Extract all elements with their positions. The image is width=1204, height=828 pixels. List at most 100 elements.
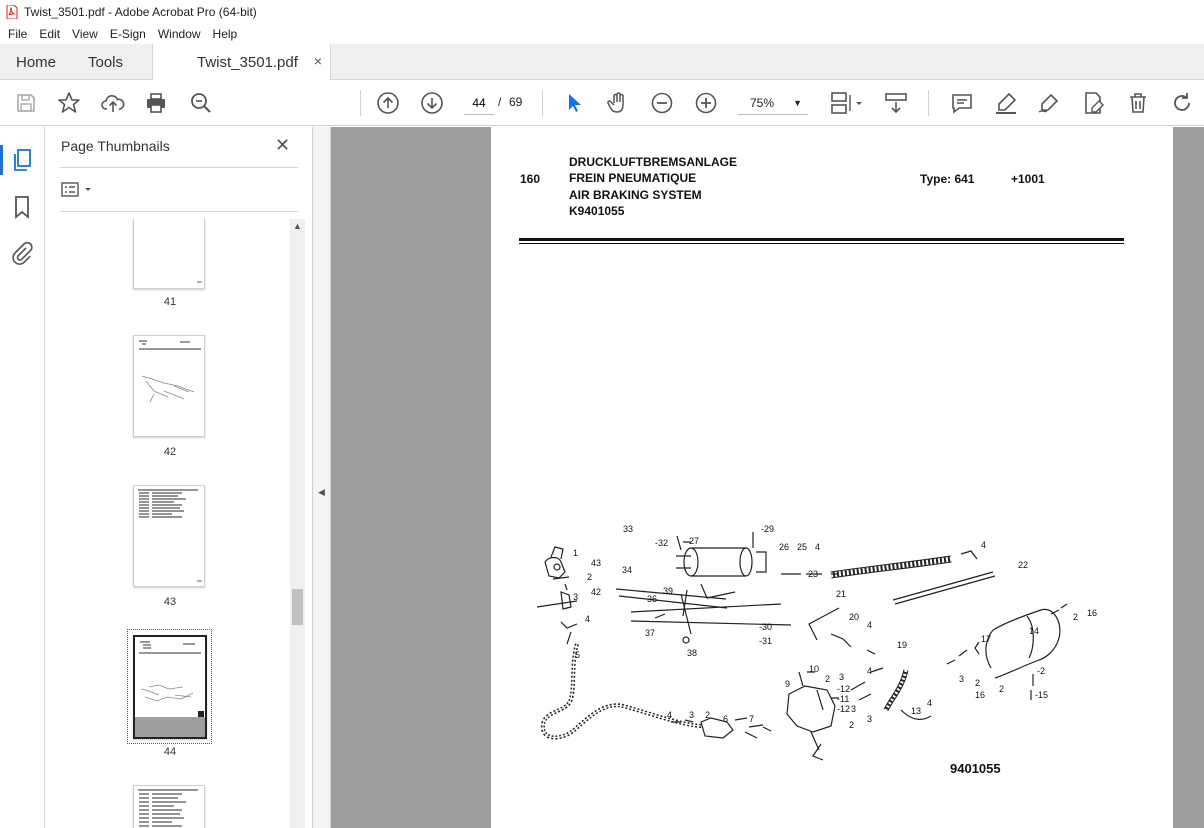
svg-text:42: 42 <box>591 587 601 597</box>
svg-text:9: 9 <box>785 679 790 689</box>
menu-edit[interactable]: Edit <box>33 27 66 41</box>
svg-text:21: 21 <box>836 589 846 599</box>
document-code: K9401055 <box>569 204 625 218</box>
header-rule <box>519 238 1124 241</box>
bookmarks-icon[interactable] <box>13 195 31 222</box>
bookmark-star-icon[interactable] <box>57 91 81 115</box>
comment-icon[interactable] <box>950 91 974 115</box>
page-thumbnails-icon[interactable] <box>12 148 34 175</box>
thumbnail-options-icon[interactable] <box>61 181 97 202</box>
sign-pen-icon[interactable] <box>1037 91 1061 115</box>
scrollbar-thumb[interactable] <box>292 589 303 625</box>
menu-file[interactable]: File <box>2 27 33 41</box>
rail-active-indicator <box>0 145 3 175</box>
svg-text:4: 4 <box>981 540 986 550</box>
page-thumbnail-current[interactable] <box>133 635 207 739</box>
thumbnail-page-number: 42 <box>163 446 177 458</box>
svg-text:25: 25 <box>797 542 807 552</box>
svg-text:-2: -2 <box>1037 666 1045 676</box>
select-cursor-icon[interactable] <box>562 91 586 115</box>
svg-text:33: 33 <box>623 524 633 534</box>
zoom-level-select[interactable]: 75% ▼ <box>738 91 808 115</box>
page-thumbnails-panel: Page Thumbnails ✕ 41 42 43 44 ▲ <box>45 127 313 828</box>
tab-close-icon[interactable]: × <box>314 53 322 69</box>
thumbnail-page-number: 41 <box>163 296 177 308</box>
page-thumbnail[interactable] <box>133 785 205 828</box>
document-viewport[interactable]: 160 DRUCKLUFTBREMSANLAGE FREIN PNEUMATIQ… <box>331 127 1204 828</box>
rotate-icon[interactable] <box>1170 91 1194 115</box>
panel-close-icon[interactable]: ✕ <box>275 135 290 156</box>
svg-text:14: 14 <box>1029 626 1039 636</box>
svg-text:2: 2 <box>999 684 1004 694</box>
section-number: 160 <box>520 172 541 186</box>
zoom-out-icon[interactable] <box>650 91 674 115</box>
toolbar-separator <box>928 90 929 116</box>
svg-text:37: 37 <box>645 628 655 638</box>
next-page-icon[interactable] <box>420 91 444 115</box>
svg-text:5: 5 <box>575 650 580 660</box>
delete-trash-icon[interactable] <box>1126 91 1150 115</box>
serial-label: +1001 <box>1011 172 1045 186</box>
svg-text:13: 13 <box>911 706 921 716</box>
menu-window[interactable]: Window <box>152 27 207 41</box>
print-icon[interactable] <box>144 91 168 115</box>
fill-sign-icon[interactable] <box>1081 91 1105 115</box>
collapse-panel-icon[interactable]: ◀ <box>318 487 325 498</box>
menu-help[interactable]: Help <box>207 27 244 41</box>
page-thumbnail[interactable] <box>133 335 205 437</box>
svg-text:-11: -11 <box>837 694 849 704</box>
svg-text:39: 39 <box>663 586 673 596</box>
hand-tool-icon[interactable] <box>606 91 630 115</box>
svg-text:38: 38 <box>687 648 697 658</box>
tab-document-label: Twist_3501.pdf <box>197 54 298 71</box>
title-en: AIR BRAKING SYSTEM <box>569 188 702 202</box>
svg-text:4: 4 <box>667 710 672 720</box>
svg-text:-32: -32 <box>655 538 668 548</box>
panel-splitter[interactable]: ◀ <box>313 127 331 828</box>
toolbar-separator <box>360 90 361 116</box>
window-title: Twist_3501.pdf - Adobe Acrobat Pro (64-b… <box>24 5 257 19</box>
svg-text:19: 19 <box>897 640 907 650</box>
svg-text:22: 22 <box>1018 560 1028 570</box>
upload-cloud-icon[interactable] <box>101 91 125 115</box>
svg-text:1: 1 <box>573 548 578 558</box>
exploded-parts-diagram: 33-32 27-29 26 25 4 4 2322143 34242 39 343637… <box>536 524 1097 761</box>
svg-text:4: 4 <box>867 620 872 630</box>
highlight-pen-icon[interactable] <box>994 91 1018 115</box>
page-number-input[interactable] <box>464 91 494 115</box>
navigation-rail <box>0 127 45 828</box>
search-zoom-icon[interactable] <box>189 91 213 115</box>
zoom-level-value: 75% <box>750 96 775 110</box>
page-display-icon[interactable] <box>830 91 866 115</box>
svg-text:4: 4 <box>927 698 932 708</box>
svg-text:36: 36 <box>647 594 657 604</box>
svg-text:3: 3 <box>959 674 964 684</box>
page-thumbnail[interactable] <box>133 485 205 587</box>
tab-home[interactable]: Home <box>16 44 56 80</box>
title-de: DRUCKLUFTBREMSANLAGE <box>569 155 737 169</box>
svg-text:2: 2 <box>587 572 592 582</box>
thumbnail-page-number: 44 <box>163 746 177 758</box>
page-thumbnail[interactable] <box>133 219 205 289</box>
svg-text:16: 16 <box>1087 608 1097 618</box>
tab-tools[interactable]: Tools <box>88 44 123 80</box>
svg-text:3: 3 <box>573 592 578 602</box>
svg-text:4: 4 <box>867 666 872 676</box>
panel-divider <box>60 211 298 212</box>
save-icon[interactable] <box>14 91 38 115</box>
menu-view[interactable]: View <box>66 27 104 41</box>
panel-scrollbar[interactable]: ▲ <box>290 219 305 828</box>
scroll-mode-icon[interactable] <box>884 91 908 115</box>
zoom-in-icon[interactable] <box>694 91 718 115</box>
menu-esign[interactable]: E-Sign <box>104 27 152 41</box>
attachments-icon[interactable] <box>11 241 33 268</box>
type-label: Type: 641 <box>920 172 975 186</box>
figure-number: 9401055 <box>950 761 1001 776</box>
previous-page-icon[interactable] <box>376 91 400 115</box>
svg-text:26: 26 <box>779 542 789 552</box>
tab-document[interactable]: Twist_3501.pdf × <box>152 44 331 81</box>
svg-text:20: 20 <box>849 612 859 622</box>
svg-text:2: 2 <box>1073 612 1078 622</box>
svg-text:4: 4 <box>815 542 820 552</box>
scroll-up-icon[interactable]: ▲ <box>293 221 302 231</box>
